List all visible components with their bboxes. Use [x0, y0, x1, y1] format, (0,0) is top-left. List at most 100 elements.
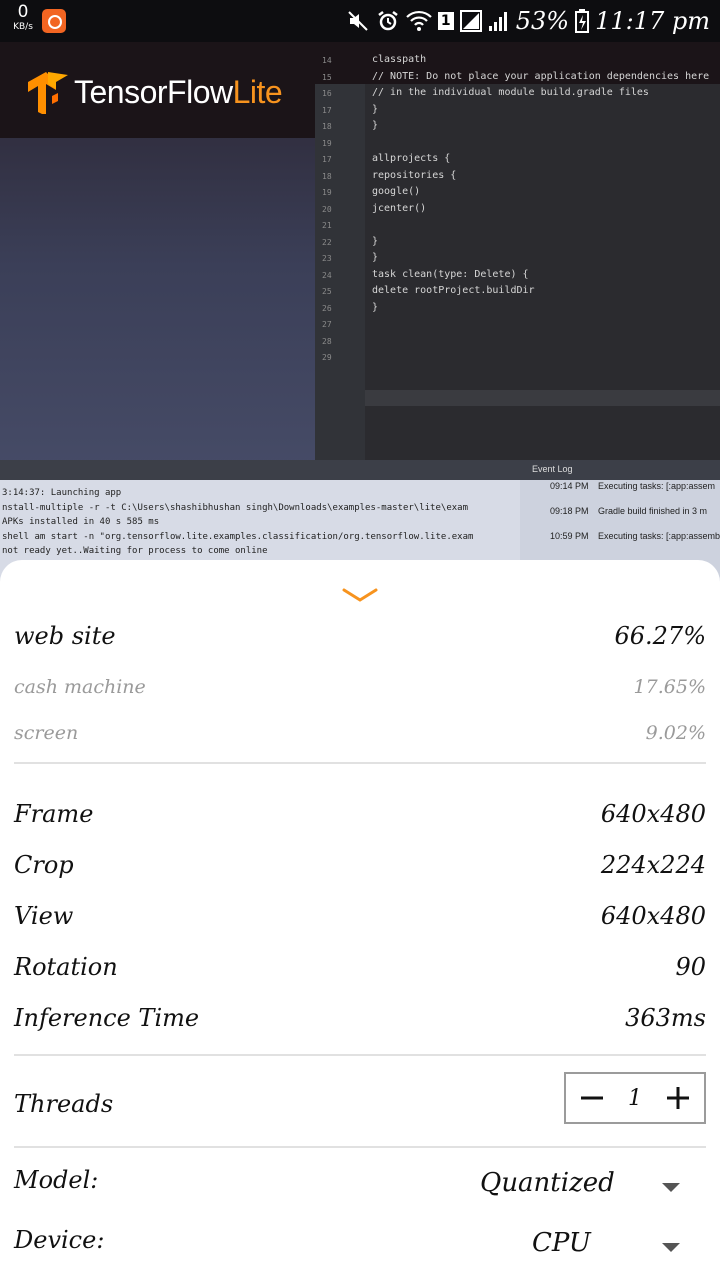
preview-event-log-bar	[0, 460, 720, 480]
device-selected-value: CPU	[532, 1228, 591, 1258]
minus-icon	[581, 1096, 603, 1100]
mute-icon	[346, 9, 370, 33]
code-line-number: 23	[322, 254, 332, 263]
console-line: shell am start -n "org.tensorflow.lite.e…	[2, 531, 474, 542]
code-line-number: 25	[322, 287, 332, 296]
info-value: 640x480	[600, 902, 706, 930]
result-confidence: 17.65%	[633, 676, 706, 698]
camera-preview: 14 classpath 15 // NOTE: Do not place you…	[0, 42, 720, 602]
battery-percent: 53%	[515, 7, 570, 35]
info-label: Crop	[14, 851, 74, 879]
event-log-text: Executing tasks: [:app:assem	[598, 481, 716, 491]
signal-bars-icon	[488, 10, 510, 32]
code-line-text: }	[372, 235, 379, 247]
model-label: Model:	[14, 1166, 99, 1194]
logo-lite: Lite	[232, 73, 283, 110]
preview-event-log-title: Event Log	[532, 464, 573, 474]
decrement-threads-button[interactable]	[578, 1084, 606, 1112]
threads-value: 1	[628, 1085, 642, 1111]
code-line-number: 24	[322, 270, 332, 280]
code-line-number: 18	[322, 171, 332, 181]
network-speed: 0 KB/s	[8, 4, 38, 32]
event-log-text: Gradle build finished in 3 m	[598, 506, 708, 516]
code-line-number: 16	[322, 89, 332, 98]
info-row-inference-time: Inference Time 363ms	[14, 1004, 706, 1032]
alarm-icon	[376, 9, 400, 33]
code-line-text: repositories {	[372, 169, 457, 181]
code-line-number: 19	[322, 188, 332, 197]
code-line-number: 20	[322, 204, 332, 214]
dropdown-arrow-icon	[662, 1243, 680, 1252]
logo-wordmark: TensorFlow	[74, 73, 233, 110]
event-log-time: 10:59 PM	[550, 531, 589, 541]
code-line-number: 29	[322, 353, 332, 362]
increment-threads-button[interactable]	[664, 1084, 692, 1112]
info-label: Frame	[14, 800, 94, 828]
result-confidence: 66.27%	[614, 622, 706, 650]
threads-label: Threads	[14, 1090, 114, 1118]
code-line-number: 18	[322, 122, 332, 131]
code-line-text: // in the individual module build.gradle…	[372, 87, 649, 98]
code-line-text: // NOTE: Do not place your application d…	[372, 70, 710, 82]
code-line-number: 17	[322, 105, 332, 115]
info-row-view: View 640x480	[14, 902, 706, 930]
info-value: 640x480	[600, 800, 706, 828]
model-selected-value: Quantized	[480, 1168, 615, 1198]
info-label: Inference Time	[14, 1004, 200, 1032]
result-row-2: cash machine 17.65%	[14, 676, 706, 698]
device-label: Device:	[14, 1226, 105, 1254]
result-label: web site	[14, 622, 116, 650]
network-speed-unit: KB/s	[13, 22, 33, 32]
result-confidence: 9.02%	[645, 722, 706, 744]
code-line-number: 17	[322, 155, 332, 164]
divider	[14, 1054, 706, 1056]
tensorflow-lite-logo: TensorFlow Lite	[26, 70, 283, 114]
code-line-number: 28	[322, 336, 332, 346]
device-row: Device:	[14, 1226, 104, 1254]
code-line-text: allprojects {	[372, 153, 451, 164]
result-row-1: web site 66.27%	[14, 622, 706, 650]
code-line-text: }	[372, 103, 379, 115]
console-line: nstall-multiple -r -t C:\Users\shashibhu…	[2, 502, 468, 513]
result-label: cash machine	[14, 676, 146, 698]
console-line: not ready yet..Waiting for process to co…	[2, 546, 268, 556]
info-row-frame: Frame 640x480	[14, 800, 706, 828]
clock: 11:17 pm	[595, 7, 710, 35]
device-dropdown[interactable]: CPU	[532, 1228, 680, 1258]
event-log-time: 09:18 PM	[550, 506, 589, 516]
code-line-number: 22	[322, 237, 332, 247]
code-line-text: task clean(type: Delete) {	[372, 268, 529, 280]
result-row-3: screen 9.02%	[14, 722, 706, 744]
code-line-number: 15	[322, 72, 332, 82]
status-bar: 0 KB/s 1 53% 11:17 pm	[0, 0, 720, 42]
code-line-text: delete rootProject.buildDir	[372, 285, 535, 296]
threads-row: Threads	[14, 1090, 113, 1118]
info-label: View	[14, 902, 74, 930]
model-dropdown[interactable]: Quantized	[480, 1168, 680, 1198]
sim-slot-badge: 1	[437, 12, 454, 30]
code-line-text: }	[372, 252, 379, 263]
result-label: screen	[14, 722, 79, 744]
code-line-number: 21	[322, 221, 332, 230]
code-line-number: 26	[322, 303, 332, 313]
code-line-number: 27	[322, 320, 332, 329]
plus-icon	[667, 1087, 689, 1109]
event-log-text: Executing tasks: [:app:assemb	[598, 531, 720, 541]
collapse-chevron-icon[interactable]	[342, 586, 378, 606]
threads-stepper: 1	[564, 1072, 706, 1124]
dropdown-arrow-icon	[662, 1183, 680, 1192]
console-line: 3:14:37: Launching app	[2, 488, 122, 498]
signal-icon	[459, 10, 482, 32]
code-line-text: jcenter()	[372, 202, 427, 214]
info-row-rotation: Rotation 90	[14, 953, 706, 981]
event-log-time: 09:14 PM	[550, 481, 589, 491]
preview-ide-window	[315, 84, 720, 484]
notification-app-icon	[42, 9, 66, 33]
tensorflow-icon	[28, 72, 68, 114]
preview-current-line	[365, 390, 720, 406]
info-row-crop: Crop 224x224	[14, 851, 706, 879]
code-line-number: 14	[322, 56, 332, 65]
code-line-text: classpath	[372, 54, 427, 65]
info-value: 363ms	[625, 1004, 706, 1032]
model-row: Model:	[14, 1166, 98, 1194]
